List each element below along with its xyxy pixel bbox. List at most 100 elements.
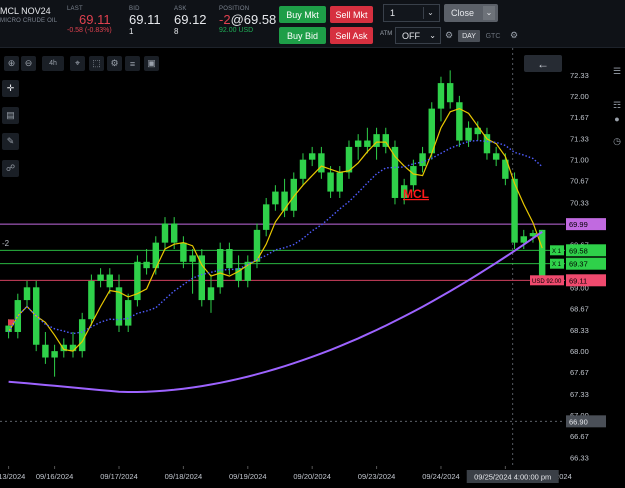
buy-market-button[interactable]: Buy Mkt	[279, 6, 326, 23]
chevron-down-icon: ⌄	[429, 31, 436, 40]
zoom-in-icon[interactable]: ⊕	[4, 56, 19, 71]
clock-icon[interactable]: ◷	[611, 136, 623, 148]
candle-body	[262, 204, 270, 230]
crosshair-icon[interactable]: ⌖	[70, 56, 85, 71]
candle-body	[207, 287, 215, 301]
back-arrow-button[interactable]: ←	[524, 55, 562, 72]
close-dropdown-icon[interactable]: ⌄	[483, 6, 495, 20]
right-panel-strip: ☰ ☶ ● ◷	[608, 48, 625, 488]
candle-body	[51, 351, 58, 358]
candle-body	[437, 83, 445, 109]
chart-list-icon[interactable]: ☰	[611, 66, 623, 78]
select-area-icon[interactable]: ⬚	[89, 56, 104, 71]
symbol-block[interactable]: MCL NOV24 MICRO CRUDE OIL	[0, 6, 57, 24]
price-tick-label: 66.33	[570, 454, 589, 463]
candle-body	[272, 191, 279, 205]
pencil-icon[interactable]: ✎	[2, 133, 19, 150]
candle-body	[465, 127, 472, 141]
crosshair-price-label: 66.90	[569, 417, 588, 426]
candle-body	[216, 249, 224, 288]
chevron-down-icon[interactable]: ⌄	[423, 7, 437, 19]
zoom-out-icon[interactable]: ⊖	[21, 56, 36, 71]
candle-body	[364, 140, 371, 147]
atm-settings-icon[interactable]: ⚙	[445, 30, 453, 41]
sell-market-button[interactable]: Sell Mkt	[330, 6, 373, 23]
position-lower-tag-label: X 1	[552, 262, 562, 268]
candle-body	[281, 191, 288, 211]
price-tick-label: 70.67	[570, 177, 589, 186]
book-icon[interactable]: ☶	[611, 100, 623, 112]
position-price: @69.58	[230, 12, 277, 27]
quantity-value: 1	[390, 8, 396, 18]
candle-body	[189, 255, 196, 262]
notes-icon[interactable]: ▤	[2, 107, 19, 124]
time-tick-label: 09/24/2024	[422, 472, 460, 481]
time-tick-label: 09/23/2024	[358, 472, 396, 481]
price-tick-label: 67.67	[570, 368, 589, 377]
last-price-label: 69.11	[569, 276, 587, 285]
candle-body	[299, 159, 307, 179]
time-tick-label: 09/17/2024	[100, 472, 138, 481]
candle-body	[354, 140, 362, 147]
candle-body	[97, 274, 104, 281]
last-value: 69.11	[79, 12, 111, 27]
close-position-button[interactable]: Close ⌄	[444, 4, 498, 22]
candle-body	[226, 249, 233, 269]
indicators-icon[interactable]: ≡	[125, 56, 140, 71]
price-tick-label: 68.67	[570, 304, 589, 313]
lock-icon[interactable]: ☍	[2, 160, 19, 177]
candle-body	[336, 172, 343, 192]
candle-body	[78, 319, 86, 352]
candle-body	[143, 261, 150, 269]
time-tick-label: 09/18/2024	[165, 472, 203, 481]
price-tick-label: 70.33	[570, 198, 589, 207]
sell-ask-button[interactable]: Sell Ask	[330, 27, 373, 44]
users-icon[interactable]: ●	[611, 114, 623, 126]
candle-body	[483, 134, 491, 154]
order-settings-icon[interactable]: ⚙	[510, 30, 518, 41]
position-upper-tag-label: X 1	[552, 249, 562, 255]
cursor-icon[interactable]: ✛	[2, 80, 19, 97]
ask-block: ASK 69.12 8	[174, 6, 207, 36]
candle-body	[492, 153, 500, 160]
templates-icon[interactable]: ▣	[144, 56, 159, 71]
crosshair-time-label: 09/25/2024 4:00:00 pm	[474, 473, 551, 482]
buy-bid-button[interactable]: Buy Bid	[279, 27, 326, 44]
last-tag-label: USD 92.00	[532, 279, 562, 285]
time-tick-label: 09/16/2024	[36, 472, 74, 481]
price-tick-label: 68.00	[570, 347, 589, 356]
candle-body	[308, 153, 316, 160]
tif-day-button[interactable]: DAY	[458, 30, 480, 42]
chart-toolbar: ⊕ ⊖ 4h ⌖ ⬚ ⚙ ≡ ▣	[0, 55, 180, 73]
order-bar: MCL NOV24 MICRO CRUDE OIL LAST 69.11 -0.…	[0, 0, 625, 48]
time-tick-label: 09/19/2024	[229, 472, 267, 481]
candle-body	[180, 242, 187, 262]
order-price-label: 69.99	[569, 220, 588, 229]
quantity-input[interactable]: 1 ⌄	[383, 4, 440, 22]
candle-body	[198, 255, 206, 301]
candle-body	[124, 300, 132, 326]
bid-value: 69.11	[129, 12, 161, 27]
price-tick-label: 72.00	[570, 92, 589, 101]
time-tick-label: 09/20/2024	[293, 472, 331, 481]
candle-body	[391, 146, 399, 198]
position-lower-price-label: 69.37	[569, 260, 588, 269]
atm-select[interactable]: OFF ⌄	[395, 27, 441, 44]
candle-body	[106, 274, 114, 288]
candle-body	[290, 178, 297, 211]
settings-icon[interactable]: ⚙	[107, 56, 122, 71]
position-block: POSITION -2@69.58 92.00 USD	[219, 6, 276, 34]
tif-gtc-button[interactable]: GTC	[482, 30, 504, 42]
price-tick-label: 67.33	[570, 390, 589, 399]
candle-body	[520, 236, 527, 243]
candle-body	[446, 83, 454, 103]
interval-selector[interactable]: 4h	[42, 56, 64, 71]
candle-body	[410, 166, 417, 186]
bid-block: BID 69.11 1	[129, 6, 161, 36]
candle-body	[23, 287, 31, 301]
price-tick-label: 71.00	[570, 156, 589, 165]
candle-body	[88, 280, 95, 320]
price-chart[interactable]: 72.3372.0071.6771.3371.0070.6770.3369.67…	[0, 48, 625, 488]
symbol-name: MCL NOV24	[0, 6, 51, 16]
ask-size: 8	[174, 27, 179, 36]
